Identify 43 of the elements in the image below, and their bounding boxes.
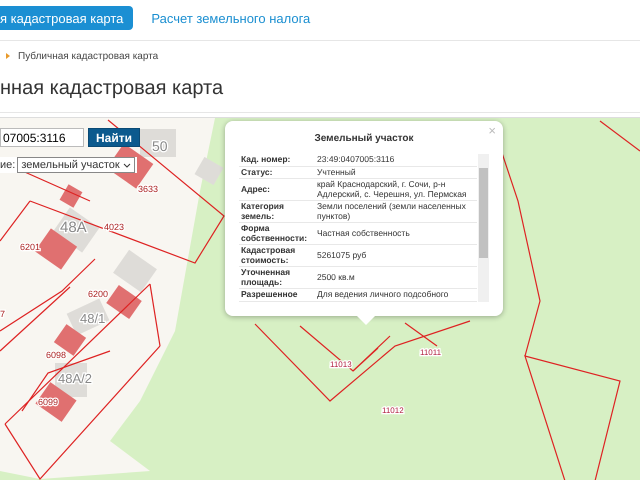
field-value: край Краснодарский, г. Сочи, р-н Адлерский, с. Черешня, ул. Пермская bbox=[315, 178, 477, 200]
map-label: 6099 bbox=[38, 397, 58, 407]
field-label: Разрешенное bbox=[239, 288, 315, 301]
map-label: 50 bbox=[152, 138, 168, 154]
field-label: Категория земель: bbox=[239, 200, 315, 222]
field-label: Форма собственности: bbox=[239, 222, 315, 244]
field-value: Частная собственность bbox=[315, 222, 477, 244]
map-label: 11011 bbox=[420, 348, 442, 357]
field-value: Учтенный bbox=[315, 166, 477, 178]
field-value: Земли поселений (земли населенных пунктов) bbox=[315, 200, 477, 222]
scrollbar[interactable] bbox=[478, 154, 489, 302]
field-label: Статус: bbox=[239, 166, 315, 178]
breadcrumb-link[interactable]: Публичная кадастровая карта bbox=[18, 50, 158, 62]
page-heading: нная кадастровая карта bbox=[0, 65, 640, 113]
field-value: 5261075 руб bbox=[315, 244, 477, 266]
map-label: 6201 bbox=[20, 242, 40, 252]
map-label: 48А/2 bbox=[58, 371, 92, 386]
chevron-icon bbox=[6, 53, 10, 59]
field-label: Кадастровая стоимость: bbox=[239, 244, 315, 266]
field-label: Адрес: bbox=[239, 178, 315, 200]
find-button[interactable]: Найти bbox=[88, 128, 140, 147]
map-label: 6200 bbox=[88, 289, 108, 299]
field-value: Для ведения личного подсобного bbox=[315, 288, 477, 301]
field-value: 23:49:0407005:3116 bbox=[315, 154, 477, 166]
field-value: 2500 кв.м bbox=[315, 266, 477, 288]
nav-tab[interactable]: Расчет земельного налога bbox=[143, 6, 318, 30]
building bbox=[106, 284, 142, 320]
object-type-select[interactable]: земельный участок bbox=[17, 157, 136, 173]
nav-tab[interactable]: я кадастровая карта bbox=[0, 6, 134, 30]
cadastral-number-field[interactable]: 07005:3116 bbox=[0, 128, 84, 147]
map-label: 11012 bbox=[382, 406, 404, 415]
field-label: Кад. номер: bbox=[239, 154, 315, 166]
chevron-down-icon bbox=[123, 162, 132, 168]
popup-title: Земельный участок bbox=[313, 133, 415, 144]
parcel-boundary bbox=[600, 120, 640, 152]
object-type-label: ие: bbox=[0, 159, 16, 171]
map-label: 48А bbox=[60, 219, 87, 236]
field-label: Уточненная площадь: bbox=[239, 266, 315, 288]
map-label: 4023 bbox=[104, 222, 124, 232]
map-label: 7 bbox=[0, 309, 6, 319]
map-label: 3633 bbox=[138, 184, 158, 194]
map-label: 48/1 bbox=[80, 311, 106, 326]
map-label: 6098 bbox=[46, 350, 66, 360]
